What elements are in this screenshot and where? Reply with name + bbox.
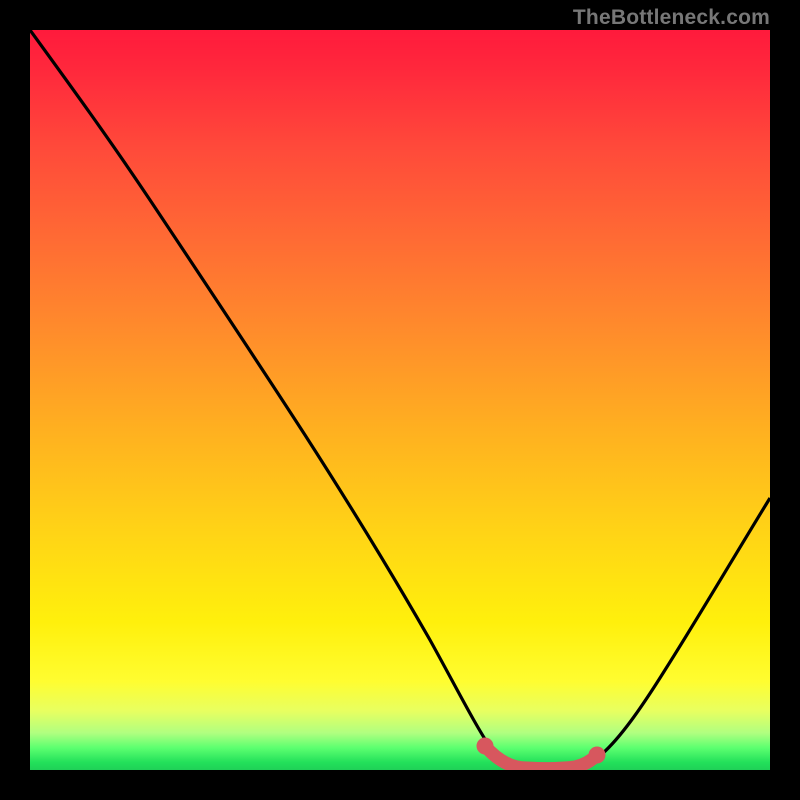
curve-layer — [30, 30, 770, 770]
gradient-plot-area — [30, 30, 770, 770]
bottleneck-curve — [30, 30, 770, 769]
chart-frame: TheBottleneck.com — [0, 0, 800, 800]
watermark-text: TheBottleneck.com — [573, 6, 770, 30]
optimal-range-start-dot — [477, 738, 494, 755]
optimal-range-end-dot — [589, 747, 606, 764]
optimal-range-highlight — [485, 746, 597, 769]
